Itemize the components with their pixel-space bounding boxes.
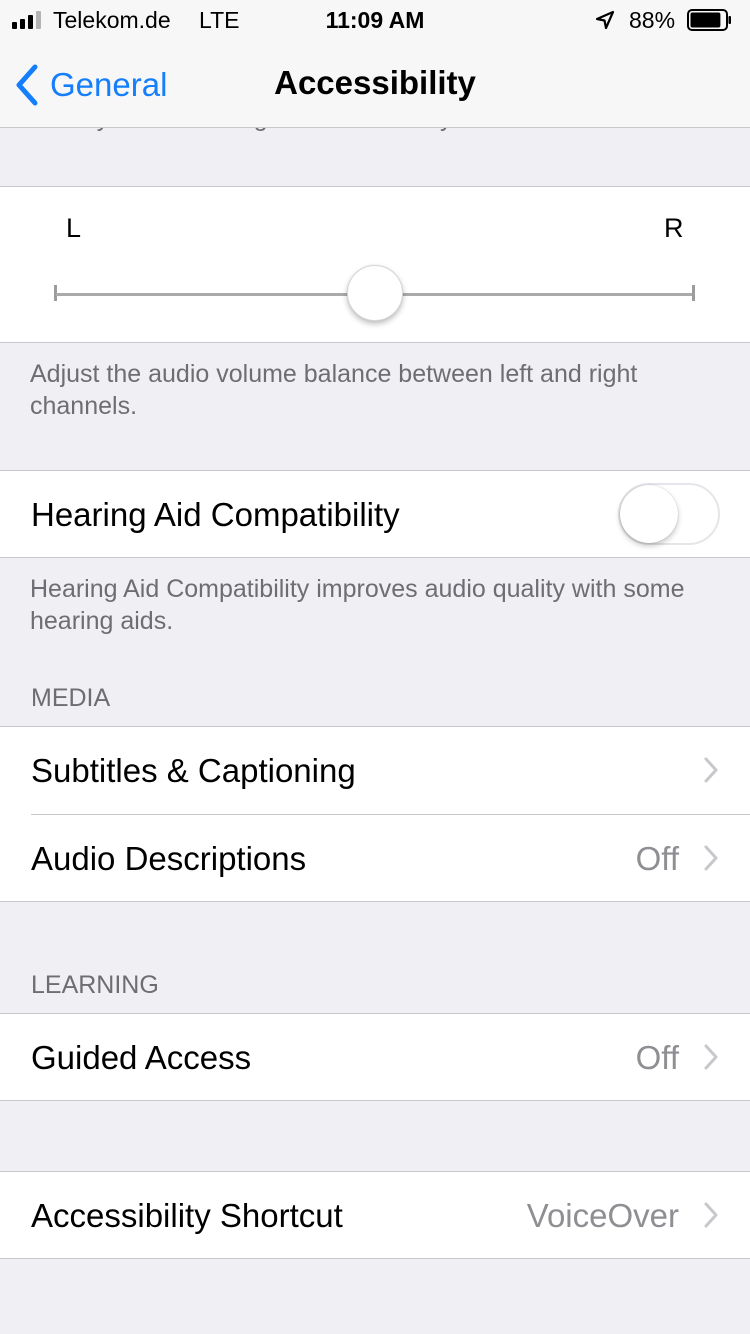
guided-access-row[interactable]: Guided Access Off [0, 1014, 750, 1101]
chevron-right-icon [704, 1202, 718, 1228]
media-group: Subtitles & Captioning Audio Description… [0, 726, 750, 902]
audio-descriptions-label: Audio Descriptions [31, 840, 307, 877]
battery-icon [687, 9, 731, 31]
hearing-aid-toggle[interactable] [618, 483, 720, 545]
chevron-right-icon [704, 845, 718, 871]
settings-screen: Telekom.de LTE 11:09 AM 88% General Acce… [0, 0, 750, 1334]
accessibility-shortcut-row[interactable]: Accessibility Shortcut VoiceOver [0, 1172, 750, 1259]
subtitles-captioning-label: Subtitles & Captioning [31, 752, 356, 789]
shortcut-group: Accessibility Shortcut VoiceOver [0, 1171, 750, 1259]
balance-slider-thumb[interactable] [347, 265, 403, 321]
balance-left-label: L [66, 213, 82, 243]
subtitles-captioning-row[interactable]: Subtitles & Captioning [0, 727, 750, 814]
chevron-right-icon [704, 1044, 718, 1070]
location-icon [595, 10, 615, 30]
audio-descriptions-row[interactable]: Audio Descriptions Off [0, 815, 750, 902]
hearing-aid-group: Hearing Aid Compatibility [0, 470, 750, 558]
page-title: Accessibility [274, 64, 476, 101]
hearing-aid-footer: Hearing Aid Compatibility improves audio… [30, 575, 685, 635]
media-section-header: MEDIA [31, 684, 111, 712]
learning-section-header: LEARNING [31, 971, 159, 999]
learning-group: Guided Access Off [0, 1013, 750, 1101]
balance-right-label: R [664, 213, 684, 243]
navigation-bar: General Accessibility [0, 40, 750, 128]
slider-right-tick [692, 285, 695, 301]
audio-descriptions-value: Off [635, 840, 679, 877]
status-bar: Telekom.de LTE 11:09 AM 88% [0, 0, 750, 40]
battery-percent: 88% [629, 7, 676, 33]
balance-group: L R [0, 186, 750, 343]
chevron-right-icon [704, 757, 718, 783]
accessibility-shortcut-value: VoiceOver [526, 1197, 679, 1234]
balance-footer: Adjust the audio volume balance between … [30, 360, 638, 420]
hearing-aid-row: Hearing Aid Compatibility [0, 471, 750, 558]
toggle-knob [620, 485, 678, 543]
accessibility-shortcut-label: Accessibility Shortcut [31, 1197, 343, 1234]
guided-access-value: Off [635, 1039, 679, 1076]
hearing-aid-label: Hearing Aid Compatibility [31, 496, 400, 533]
guided-access-label: Guided Access [31, 1039, 252, 1076]
